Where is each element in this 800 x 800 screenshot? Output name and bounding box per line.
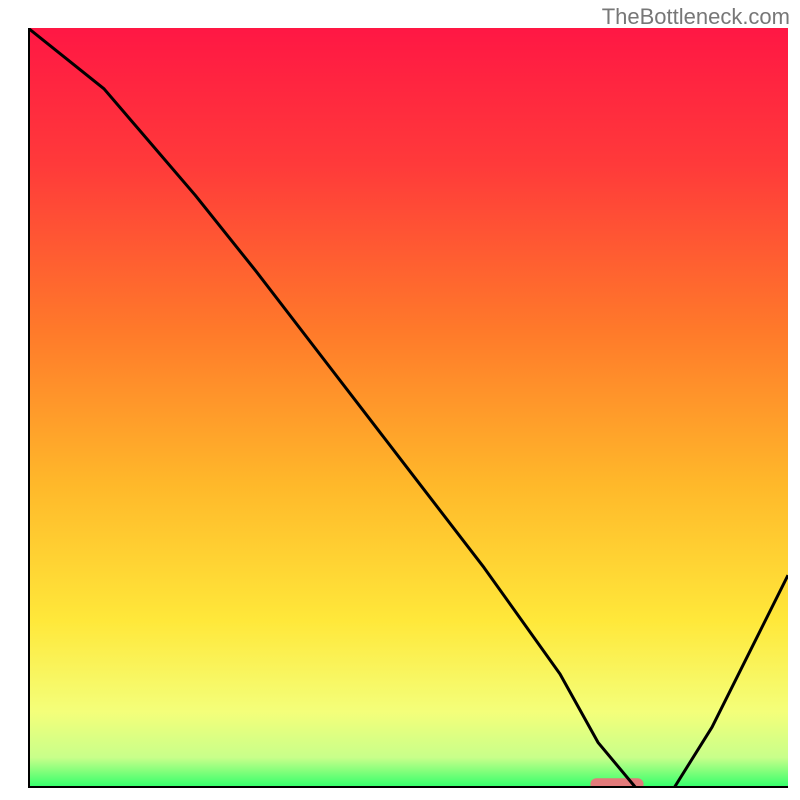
- gradient-background: [28, 28, 788, 788]
- bottleneck-chart: [28, 28, 788, 788]
- watermark-label: TheBottleneck.com: [602, 4, 790, 30]
- chart-svg: [28, 28, 788, 788]
